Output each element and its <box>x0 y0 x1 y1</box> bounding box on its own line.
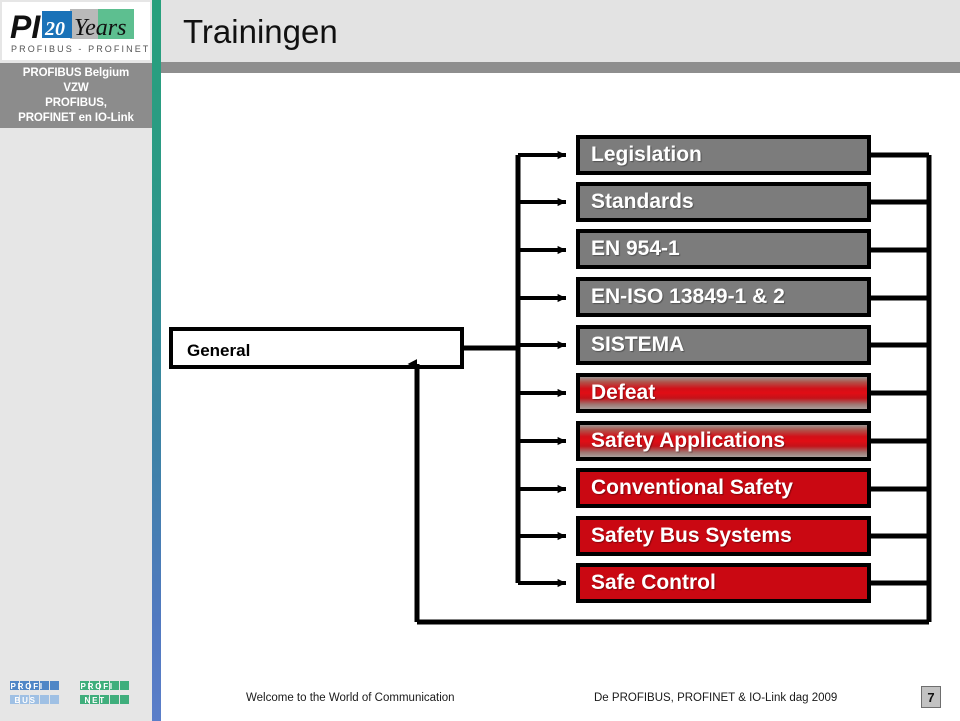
page-number: 7 <box>921 686 941 708</box>
pi-20-years-logo: PI 20 Years PROFIBUS - PROFINET <box>2 2 150 60</box>
topic-box-safety-bus-systems[interactable]: Safety Bus Systems <box>576 516 871 556</box>
org-line-1: PROFIBUS Belgium <box>22 67 130 79</box>
profinet-logo: PROFI NET <box>80 681 129 705</box>
topic-box-safe-control[interactable]: Safe Control <box>576 563 871 603</box>
topic-box-legislation[interactable]: Legislation <box>576 135 871 175</box>
svg-text:PROFIBUS - PROFINET: PROFIBUS - PROFINET <box>11 44 150 54</box>
topic-box-en-954-1[interactable]: EN 954-1 <box>576 229 871 269</box>
accent-stripe <box>152 0 161 721</box>
topic-box-conventional-safety[interactable]: Conventional Safety <box>576 468 871 508</box>
org-line-3: PROFIBUS, <box>45 97 107 109</box>
svg-text:PROFI: PROFI <box>11 682 44 691</box>
topic-box-defeat[interactable]: Defeat <box>576 373 871 413</box>
org-line-2: VZW <box>63 82 89 94</box>
footer-tagline: Welcome to the World of Communication <box>246 692 455 704</box>
footer-event-label: De PROFIBUS, PROFINET & IO-Link dag 2009 <box>594 692 838 704</box>
page-title: Trainingen <box>183 13 338 50</box>
svg-text:20: 20 <box>44 18 65 40</box>
profibus-logo: PROFI BUS <box>10 681 59 705</box>
pi-20-years-logo-svg: PI 20 Years PROFIBUS - PROFINET <box>8 8 150 54</box>
general-box-label: General <box>187 341 251 360</box>
footer-logos-svg: PROFI BUS PROFI NET <box>10 681 129 705</box>
general-box[interactable]: General <box>169 327 464 369</box>
svg-text:NET: NET <box>85 696 106 705</box>
organisation-block: PROFIBUS Belgium VZW PROFIBUS, PROFINET … <box>0 63 152 128</box>
svg-text:PI: PI <box>10 9 41 45</box>
title-underbar <box>161 62 960 73</box>
footer-logo-group: PROFI BUS PROFI NET <box>8 679 144 718</box>
topic-box-sistema[interactable]: SISTEMA <box>576 325 871 365</box>
topic-box-en-iso-13849[interactable]: EN-ISO 13849-1 & 2 <box>576 277 871 317</box>
slide: PI 20 Years PROFIBUS - PROFINET PROFIBUS… <box>0 0 960 721</box>
topic-box-standards[interactable]: Standards <box>576 182 871 222</box>
topic-box-safety-applications[interactable]: Safety Applications <box>576 421 871 461</box>
svg-text:BUS: BUS <box>15 696 37 705</box>
footer-rule <box>161 668 960 669</box>
svg-text:Years: Years <box>74 15 126 41</box>
org-line-4: PROFINET en IO-Link <box>18 112 134 124</box>
svg-text:PROFI: PROFI <box>81 682 114 691</box>
